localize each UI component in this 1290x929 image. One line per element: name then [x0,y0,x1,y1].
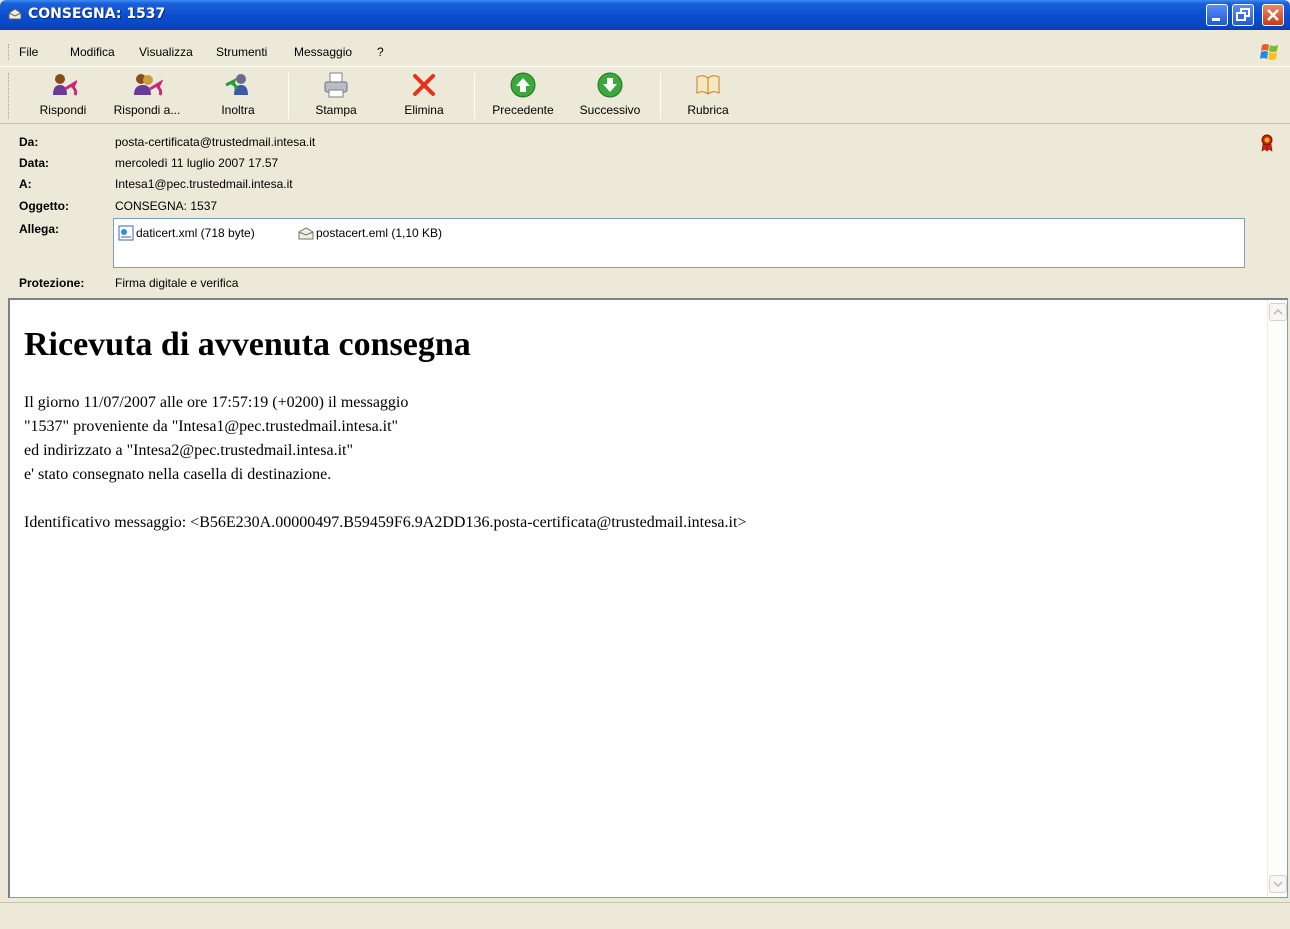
envelope-icon [8,8,22,20]
certificate-ribbon-icon[interactable] [1260,134,1274,152]
chevron-down-icon [1273,881,1283,888]
toolbar-grip [8,73,10,119]
attachments-box: daticert.xml (718 byte) postacert.eml (1… [113,218,1245,268]
address-book-icon [696,75,720,95]
close-button[interactable] [1262,4,1284,26]
reply-all-label: Rispondi a... [113,103,181,117]
to-label: A: [19,177,32,191]
delete-button[interactable]: Elimina [396,71,452,123]
toolbar: Rispondi Rispondi a... Inoltra Stampa El… [0,66,1290,124]
menu-visualizza[interactable]: Visualizza [139,45,193,59]
subject-value: CONSEGNA: 1537 [115,199,218,213]
menu-bar: File Modifica Visualizza Strumenti Messa… [0,40,1290,64]
vertical-scrollbar[interactable] [1267,300,1287,896]
message-title: Ricevuta di avvenuta consegna [24,326,471,363]
chevron-up-icon [1273,308,1283,315]
scroll-down-button[interactable] [1269,875,1287,893]
window-title: CONSEGNA: 1537 [28,6,166,22]
xml-file-icon [118,225,134,241]
print-button[interactable]: Stampa [306,71,366,123]
forward-icon [225,74,248,95]
next-label: Successivo [579,103,641,117]
next-button[interactable]: Successivo [574,71,646,123]
message-line: "1537" proveniente da "Intesa1@pec.trust… [24,418,399,435]
message-header: Da: posta-certificata@trustedmail.intesa… [0,126,1290,296]
scroll-up-button[interactable] [1269,303,1287,321]
close-icon [1267,9,1279,21]
addressbook-label: Rubrica [687,103,729,117]
previous-label: Precedente [492,103,554,117]
reply-icon [53,74,77,96]
toolbar-separator [288,73,289,119]
arrow-down-icon [597,72,623,98]
subject-label: Oggetto: [19,199,69,213]
toolbar-separator [660,73,661,119]
message-line: ed indirizzato a "Intesa2@pec.trustedmai… [24,442,354,459]
attachment-item[interactable]: daticert.xml (718 byte) [118,225,255,241]
previous-button[interactable]: Precedente [486,71,560,123]
reply-button[interactable]: Rispondi [30,71,96,123]
message-line: e' stato consegnato nella casella di des… [24,466,332,483]
attachment-name: daticert.xml (718 byte) [136,226,255,240]
toolbar-separator [474,73,475,119]
restore-button[interactable] [1232,4,1254,26]
from-value: posta-certificata@trustedmail.intesa.it [115,135,316,149]
reply-all-icon [134,74,163,96]
addressbook-button[interactable]: Rubrica [680,71,736,123]
security-label: Protezione: [19,276,85,290]
menu-file[interactable]: File [19,45,38,59]
date-label: Data: [19,156,50,170]
attachment-item[interactable]: postacert.eml (1,10 KB) [298,225,442,241]
email-file-icon [298,227,314,240]
to-value: Intesa1@pec.trustedmail.intesa.it [115,177,293,191]
menu-grip [8,44,10,60]
date-value: mercoledì 11 luglio 2007 17.57 [115,156,279,170]
reply-label: Rispondi [39,103,87,117]
windows-logo-icon [1260,44,1278,60]
delete-label: Elimina [404,103,444,117]
minimize-button[interactable] [1206,4,1228,26]
attachment-name: postacert.eml (1,10 KB) [316,226,443,240]
minimize-icon [1212,18,1220,21]
attach-label: Allega: [19,222,60,236]
menu-modifica[interactable]: Modifica [70,45,115,59]
status-pane [4,906,1286,926]
message-id-line: Identificativo messaggio: <B56E230A.0000… [24,514,747,531]
arrow-up-icon [510,72,536,98]
delete-icon [413,74,435,96]
restore-icon [1236,8,1250,21]
forward-label: Inoltra [221,103,255,117]
menu-strumenti[interactable]: Strumenti [216,45,267,59]
forward-button[interactable]: Inoltra [210,71,266,123]
from-label: Da: [19,135,39,149]
security-value: Firma digitale e verifica [115,276,239,290]
title-bar: CONSEGNA: 1537 [0,0,1290,30]
message-line: Il giorno 11/07/2007 alle ore 17:57:19 (… [24,394,409,411]
reply-all-button[interactable]: Rispondi a... [110,71,184,123]
print-label: Stampa [315,103,357,117]
message-body[interactable]: Ricevuta di avvenuta consegna Il giorno … [8,298,1288,898]
status-bar [0,902,1290,929]
menu-messaggio[interactable]: Messaggio [294,45,352,59]
menu-help[interactable]: ? [377,45,384,59]
printer-icon [324,72,348,98]
